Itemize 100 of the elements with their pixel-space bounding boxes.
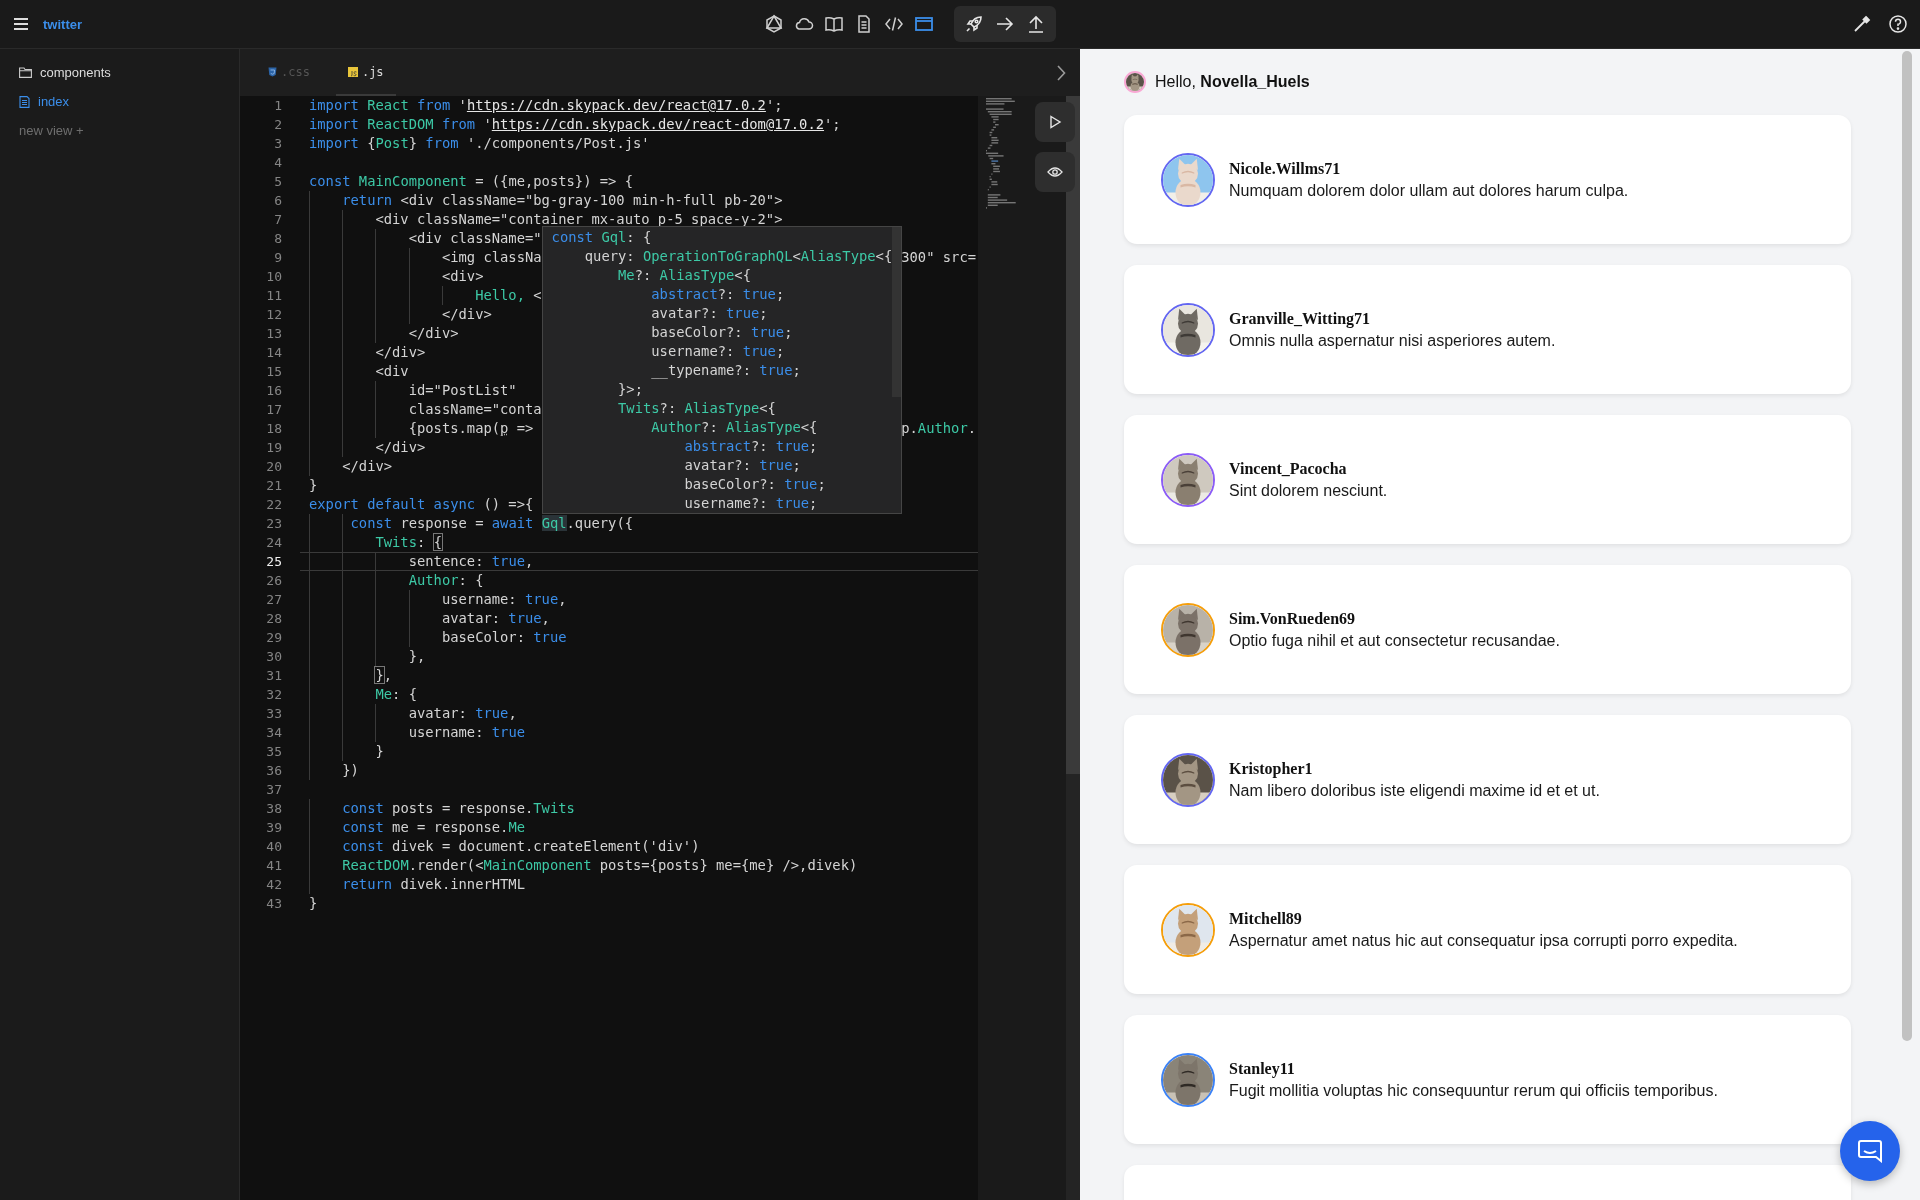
post-text: Fugit mollitia voluptas hic consequuntur rerum qui officiis temporibus.	[1229, 1081, 1718, 1100]
code-line: </div>	[374, 344, 426, 360]
preview-eye-button[interactable]	[1035, 152, 1075, 192]
line-number: 1	[274, 97, 282, 115]
code-line: avatar: true,	[440, 610, 550, 626]
line-number: 20	[266, 458, 282, 476]
code-line: Hello, <	[474, 287, 542, 303]
code-line: ReactDOM.render(<MainComponent posts={posts} me={me} />,divek)	[341, 857, 858, 873]
post-text: Optio fuga nihil et aut consectetur recusandae.	[1229, 631, 1560, 650]
file-tree-item[interactable]: components	[19, 58, 239, 87]
code-line: {posts.map(p =>	[407, 420, 534, 436]
line-number: 33	[266, 705, 282, 723]
line-number: 4	[274, 154, 282, 172]
code-line: },	[374, 667, 393, 683]
post-text: Numquam dolorem dolor ullam aut dolores harum culpa.	[1229, 181, 1629, 200]
code-line: })	[341, 762, 359, 778]
line-number: 30	[266, 648, 282, 666]
code-line: p.Author.	[901, 419, 976, 438]
line-number: 39	[266, 819, 282, 837]
line-number: 13	[266, 325, 282, 343]
line-number: 25	[266, 553, 282, 571]
line-number: 16	[266, 382, 282, 400]
code-line: return <div className="bg-gray-100 min-h-full pb-20">	[341, 192, 783, 208]
username: Kristopher1	[1229, 759, 1314, 778]
code-line: abstract?: true;	[683, 438, 818, 454]
code-line: 300" src=	[901, 248, 976, 267]
line-number: 21	[266, 477, 282, 495]
line-number: 10	[266, 268, 282, 286]
code-line: Twits: {	[374, 534, 442, 550]
code-line: }>;	[617, 381, 643, 397]
app-title[interactable]: twitter	[43, 16, 82, 32]
line-number: 12	[266, 306, 282, 324]
line-number: 27	[266, 591, 282, 609]
code-line: avatar?: true;	[650, 305, 768, 321]
code-line: const divek = document.createElement('div')	[341, 838, 700, 854]
css-file-icon	[268, 66, 277, 77]
line-number: 37	[266, 781, 282, 799]
help-icon[interactable]	[1886, 12, 1910, 36]
code-line: avatar: true,	[407, 705, 517, 721]
line-number: 8	[274, 230, 282, 248]
code-line: return divek.innerHTML	[341, 876, 525, 892]
code-line: import React from 'https://cdn.skypack.dev/react@17.0.2';	[309, 97, 783, 113]
line-number: 9	[274, 249, 282, 267]
line-number: 26	[266, 572, 282, 590]
line-number: 31	[266, 667, 282, 685]
line-number: 41	[266, 857, 282, 875]
js-file-icon	[347, 66, 358, 77]
username: Nicole.Willms71	[1229, 159, 1342, 178]
new-view-link[interactable]: new view +	[19, 116, 84, 145]
file-name: components	[40, 65, 111, 80]
code-line: import {Post} from './components/Post.js'	[309, 135, 650, 151]
username: Stanley11	[1229, 1059, 1296, 1078]
post-text: Sint dolorem nesciunt.	[1229, 481, 1388, 500]
file-tree-item[interactable]: index	[19, 87, 239, 116]
code-line: import ReactDOM from 'https://cdn.skypack.dev/react-dom@17.0.2';	[309, 116, 841, 132]
code-line: baseColor?: true;	[683, 476, 826, 492]
line-number: 11	[266, 287, 282, 305]
run-button[interactable]	[1035, 102, 1075, 142]
scrollbar[interactable]	[1902, 51, 1912, 1041]
code-line: const Gql: {	[551, 229, 652, 245]
line-number: 35	[266, 743, 282, 761]
file-name: index	[38, 94, 70, 109]
line-number: 15	[266, 363, 282, 381]
menu-icon[interactable]	[13, 17, 29, 31]
username: Sim.VonRueden69	[1229, 609, 1357, 628]
code-line: }	[309, 477, 318, 493]
code-line: </div>	[407, 325, 459, 341]
line-number: 24	[266, 534, 282, 552]
code-line: <div className="container mx-auto p-5 space-y-2">	[374, 211, 783, 227]
code-line: id="PostList"	[407, 382, 517, 398]
code-line: }	[309, 895, 318, 911]
code-line: },	[407, 648, 426, 664]
line-number: 14	[266, 344, 282, 362]
line-number: 18	[266, 420, 282, 438]
line-number: 22	[266, 496, 282, 514]
scrollbar[interactable]	[1066, 96, 1080, 774]
line-number: 6	[274, 192, 282, 210]
code-line: export default async () =>{	[309, 496, 534, 512]
line-number: 2	[274, 116, 282, 134]
line-number: 23	[266, 515, 282, 533]
username: Mitchell89	[1229, 909, 1303, 928]
line-number: 29	[266, 629, 282, 647]
code-line: }	[374, 743, 384, 759]
code-line: Author?: AliasType<{	[650, 419, 818, 435]
code-line: className="conta	[407, 401, 542, 417]
code-line: const MainComponent = ({me,posts}) => {	[309, 173, 633, 189]
code-line: Me: {	[374, 686, 417, 702]
code-line: <div	[374, 363, 409, 379]
chat-button[interactable]	[1840, 1121, 1900, 1181]
code-line: </div>	[374, 439, 426, 455]
code-line: Author: {	[407, 572, 484, 588]
play-icon	[1048, 115, 1062, 129]
line-number: 34	[266, 724, 282, 742]
line-number: 32	[266, 686, 282, 704]
scrollbar[interactable]	[892, 227, 902, 397]
document-icon	[19, 95, 30, 108]
chat-icon	[1857, 1139, 1883, 1163]
code-line: const posts = response.Twits	[341, 800, 575, 816]
code-line: Twits?: AliasType<{	[617, 400, 776, 416]
code-line: username: true	[407, 724, 525, 740]
